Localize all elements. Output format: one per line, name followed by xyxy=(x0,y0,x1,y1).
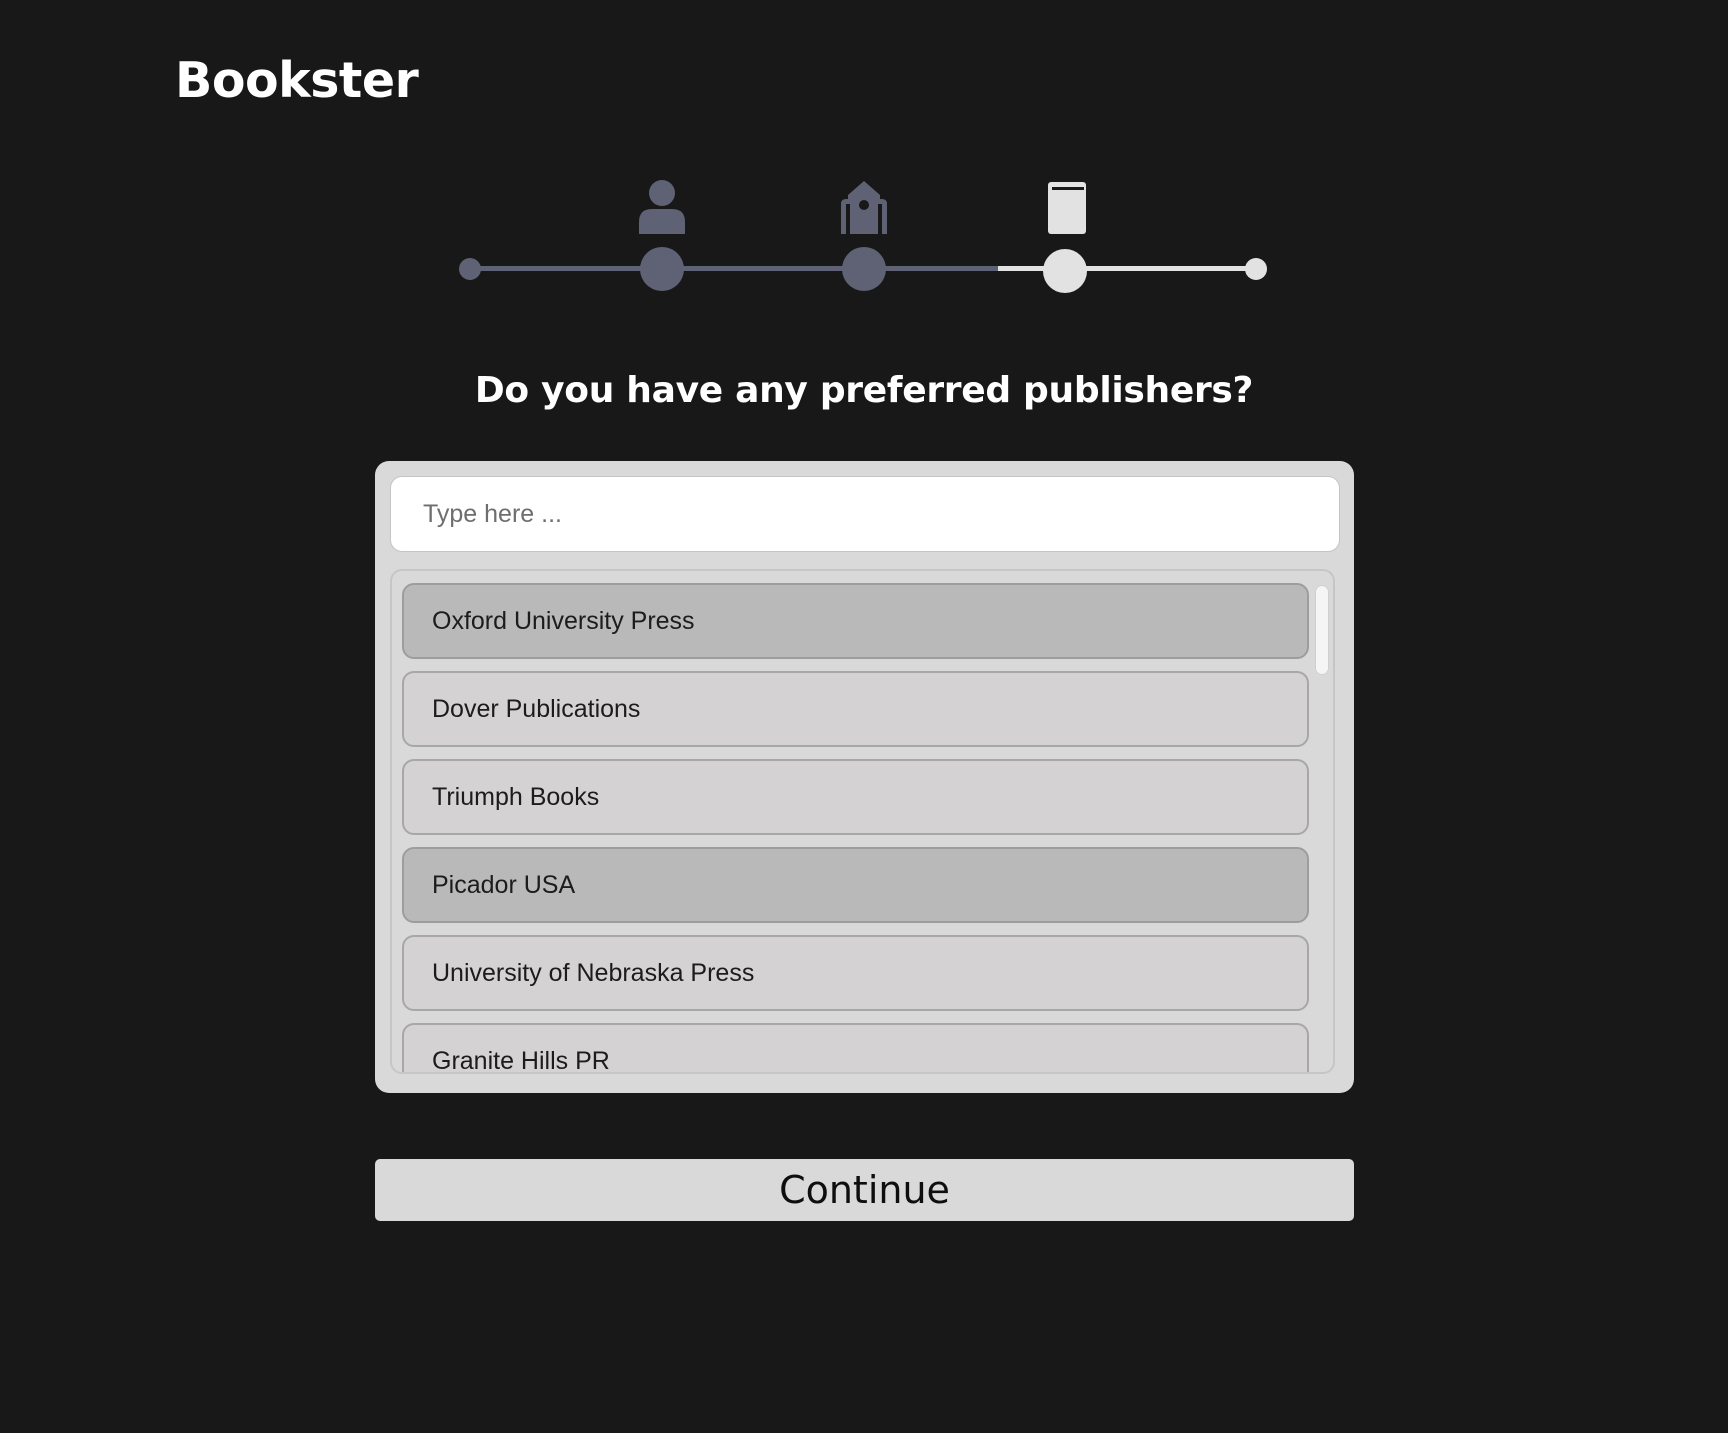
stepper-end-node xyxy=(1245,258,1267,280)
building-icon xyxy=(837,178,891,234)
stepper-line-completed xyxy=(470,266,998,271)
scrollbar-thumb[interactable] xyxy=(1315,585,1329,675)
list-item[interactable]: Dover Publications xyxy=(402,671,1309,747)
scrollbar[interactable] xyxy=(1315,581,1329,1061)
stepper-node-profile xyxy=(640,247,684,291)
continue-button[interactable]: Continue xyxy=(375,1159,1354,1221)
question-title: Do you have any preferred publishers? xyxy=(474,370,1254,411)
book-icon xyxy=(1040,178,1094,234)
stepper-node-publishers xyxy=(1043,249,1087,293)
progress-stepper xyxy=(0,0,1728,320)
list-item[interactable]: Oxford University Press xyxy=(402,583,1309,659)
publisher-list[interactable]: Oxford University Press Dover Publicatio… xyxy=(390,569,1335,1074)
person-icon xyxy=(635,178,689,234)
publisher-picker: Oxford University Press Dover Publicatio… xyxy=(375,461,1354,1093)
stepper-node-institution xyxy=(842,247,886,291)
stepper-start-node xyxy=(459,258,481,280)
stepper-line-upcoming xyxy=(998,266,1256,271)
list-item[interactable]: Granite Hills PR xyxy=(402,1023,1309,1072)
list-item[interactable]: University of Nebraska Press xyxy=(402,935,1309,1011)
publisher-search-input[interactable] xyxy=(390,476,1340,552)
list-item[interactable]: Triumph Books xyxy=(402,759,1309,835)
list-item[interactable]: Picador USA xyxy=(402,847,1309,923)
